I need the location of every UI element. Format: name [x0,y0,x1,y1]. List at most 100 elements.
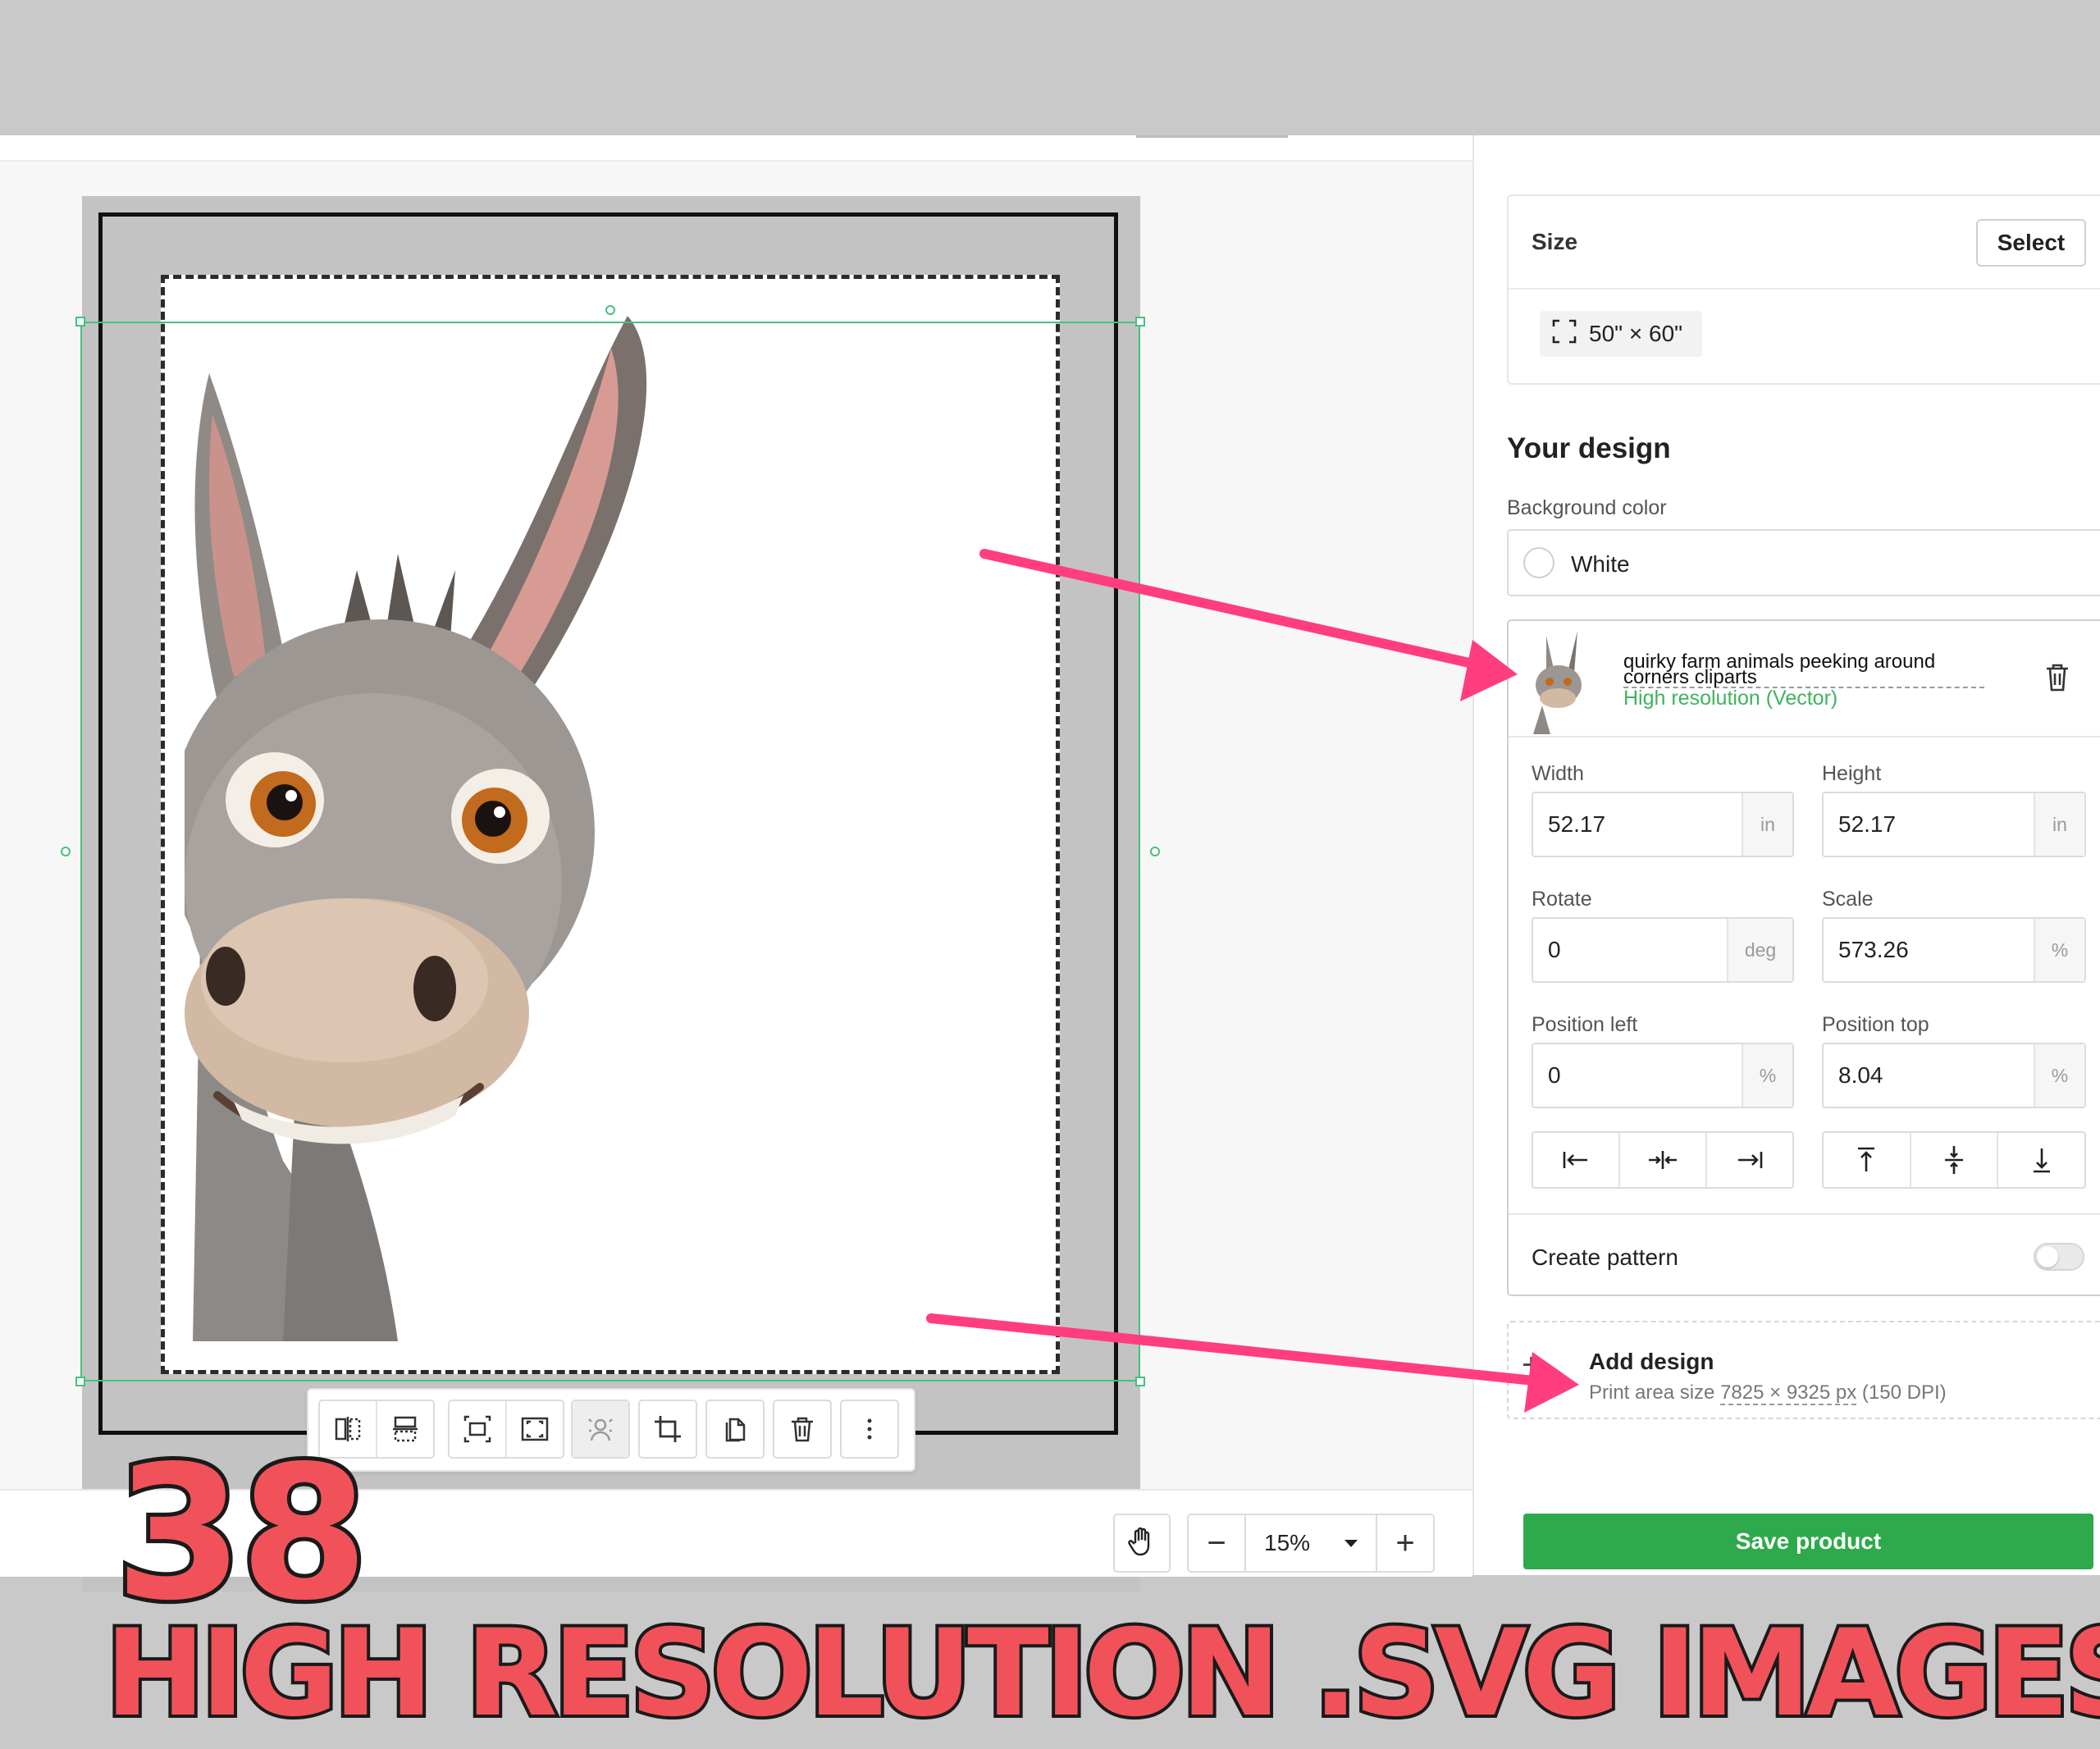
resize-handle-top-right[interactable] [1135,317,1145,327]
height-value: 52.17 [1838,811,1897,837]
save-product-button[interactable]: Save product [1523,1514,2093,1569]
plus-icon: + [1522,1347,1541,1383]
position-left-value: 0 [1548,1062,1561,1088]
rotate-unit: deg [1727,919,1792,981]
width-value: 52.17 [1548,811,1606,837]
scale-value: 573.26 [1838,937,1909,962]
selection-box[interactable] [61,305,1160,1398]
create-pattern-toggle[interactable] [2034,1243,2084,1271]
width-label: Width [1532,762,1584,785]
scale-unit: % [2034,919,2084,981]
align-bottom-icon[interactable] [1997,1133,2084,1187]
duplicate-group [705,1400,765,1459]
remove-background-icon[interactable] [573,1401,628,1457]
create-pattern-row: Create pattern [1509,1213,2100,1297]
fit-to-print-area-icon[interactable] [450,1401,505,1457]
trash-icon[interactable] [2043,662,2071,697]
select-size-button[interactable]: Select [1976,219,2086,267]
align-top-icon[interactable] [1824,1133,1910,1187]
layer-resolution: High resolution (Vector) [1623,687,1838,710]
rotate-handle-right[interactable] [1150,847,1160,856]
background-group [571,1400,630,1459]
resize-handle-top-left[interactable] [75,317,85,327]
print-area-size-note: Print area size 7825 × 9325 px (150 DPI) [1589,1381,1947,1405]
align-right-icon[interactable] [1705,1133,1792,1187]
height-label: Height [1822,762,1882,785]
position-top-unit: % [2034,1044,2084,1107]
design-layer-card: quirky farm animals peeking around corne… [1507,619,2100,1296]
promo-title: High resolution .SVG images [102,1604,2100,1743]
zoom-out-button[interactable]: − [1189,1515,1244,1571]
chevron-down-icon [1344,1539,1358,1547]
layer-header[interactable]: quirky farm animals peeking around corne… [1509,621,2100,738]
width-input[interactable]: 52.17 in [1532,792,1794,857]
layer-thumbnail [1533,631,1582,734]
crop-icon[interactable] [640,1401,696,1457]
zoom-control: − 15% + [1187,1514,1435,1573]
promo-count: 38 [111,1427,372,1642]
color-swatch [1523,547,1554,578]
position-left-input[interactable]: 0 % [1532,1043,1794,1108]
more-icon[interactable] [842,1401,897,1457]
fit-group [448,1400,564,1459]
print-area-prefix: Print area size [1589,1381,1721,1404]
toggle-knob [2037,1246,2058,1267]
align-center-horizontal-icon[interactable] [1618,1133,1705,1187]
zoom-level-select[interactable]: 15% [1244,1515,1377,1571]
pan-tool-button[interactable] [1113,1514,1171,1573]
add-design-title: Add design [1589,1349,1714,1374]
position-top-label: Position top [1822,1013,1929,1036]
rotate-handle-top[interactable] [605,305,615,315]
layer-toolbar [307,1388,915,1472]
horizontal-align-group [1532,1131,1794,1189]
product-editor: − 15% + Size Select 50" × 60" Your desig… [0,135,2100,1591]
editor-top-strip [0,135,1472,162]
print-area-dpi: (150 DPI) [1856,1381,1947,1404]
position-top-input[interactable]: 8.04 % [1822,1043,2086,1108]
resize-handle-bottom-right[interactable] [1135,1377,1145,1386]
delete-icon[interactable] [774,1401,830,1457]
your-design-heading: Your design [1507,432,1671,464]
width-unit: in [1742,793,1792,856]
add-design-button[interactable]: + Add design Print area size 7825 × 9325… [1507,1321,2100,1419]
vertical-align-group [1822,1131,2086,1189]
scale-input[interactable]: 573.26 % [1822,917,2086,983]
height-unit: in [2034,793,2084,856]
fill-print-area-icon[interactable] [505,1401,563,1457]
size-label: Size [1532,229,1578,254]
background-color-select[interactable]: White [1507,529,2100,596]
flip-vertical-icon[interactable] [376,1401,433,1457]
print-area-pixels: 7825 × 9325 px [1720,1381,1857,1405]
rotate-value: 0 [1548,937,1561,962]
top-gray-band [0,0,2100,135]
rotate-input[interactable]: 0 deg [1532,917,1794,983]
more-group [840,1400,899,1459]
background-color-label: Background color [1507,496,1667,519]
size-chip[interactable]: 50" × 60" [1540,311,1702,357]
height-input[interactable]: 52.17 in [1822,792,2086,857]
background-color-value: White [1571,551,1630,577]
layer-name[interactable]: quirky farm animals peeking around corne… [1623,652,1984,688]
zoom-level-value: 15% [1264,1530,1311,1555]
position-left-unit: % [1742,1044,1792,1107]
hand-icon [1125,1525,1158,1562]
rotate-label: Rotate [1532,888,1592,911]
align-center-vertical-icon[interactable] [1909,1133,1997,1187]
delete-group [773,1400,832,1459]
size-dimensions: 50" × 60" [1589,321,1683,346]
align-left-icon[interactable] [1533,1133,1618,1187]
size-card-header: Size Select [1509,196,2100,290]
resize-handle-bottom-left[interactable] [75,1377,85,1386]
crop-group [638,1400,697,1459]
settings-panel: Size Select 50" × 60" Your design Backgr… [1472,135,2100,1575]
size-card: Size Select 50" × 60" [1507,194,2100,385]
position-left-label: Position left [1532,1013,1638,1036]
zoom-in-button[interactable]: + [1377,1515,1433,1571]
position-top-value: 8.04 [1838,1062,1883,1088]
expand-icon [1551,318,1577,350]
rotate-handle-left[interactable] [61,847,71,856]
tab-indicator [1136,135,1288,138]
scale-label: Scale [1822,888,1874,911]
duplicate-icon[interactable] [707,1401,763,1457]
create-pattern-label: Create pattern [1532,1244,1678,1270]
